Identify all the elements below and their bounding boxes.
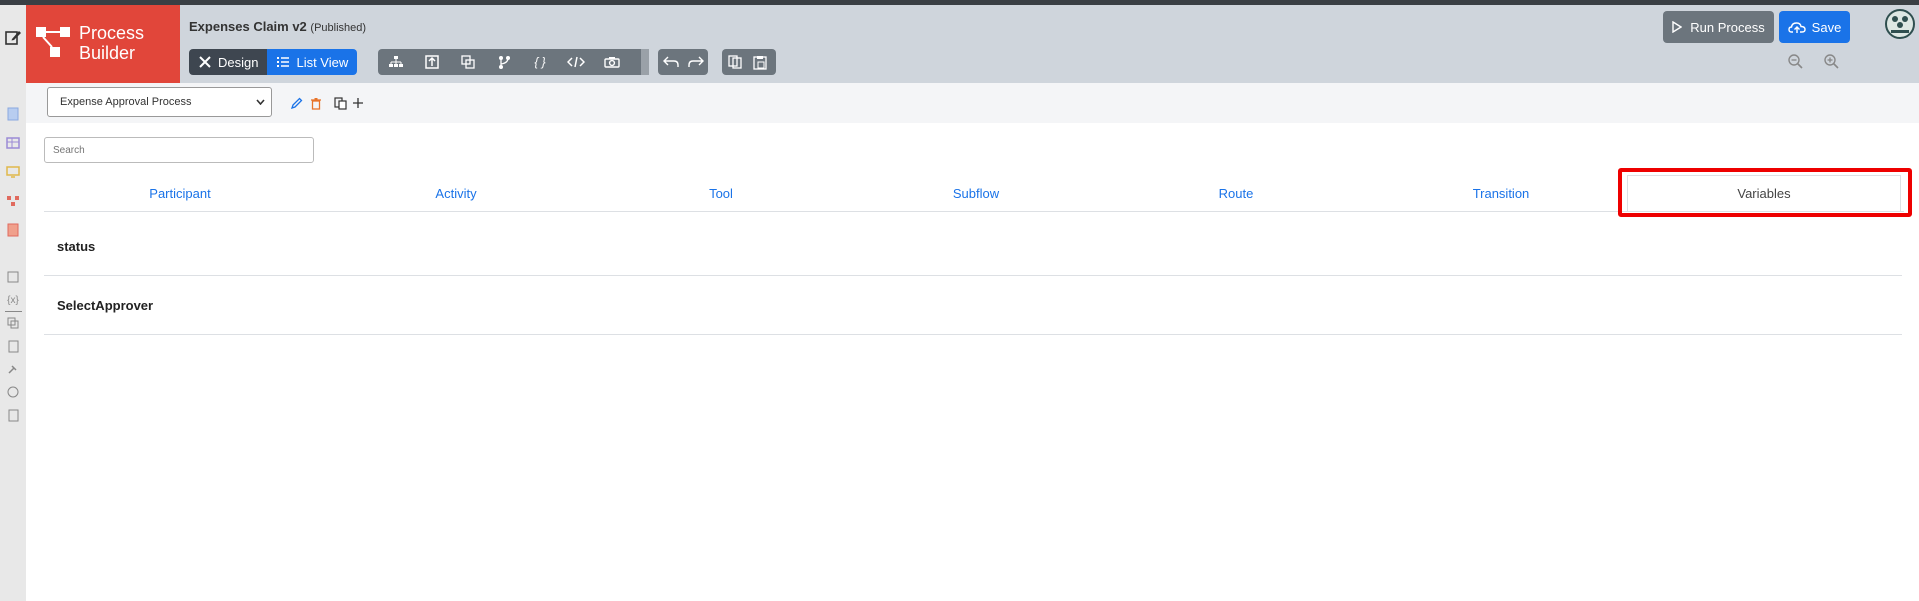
duplicate-process-icon[interactable] [332, 95, 348, 111]
sidebar-divider [5, 311, 22, 312]
swimlane-icon[interactable] [414, 49, 450, 75]
logo-text-line1: Process [79, 23, 145, 43]
edit-process-icon[interactable] [288, 95, 304, 111]
run-process-button[interactable]: Run Process [1663, 11, 1774, 43]
user-avatar[interactable] [1885, 9, 1915, 39]
log-icon[interactable] [5, 407, 21, 423]
tab-variables[interactable]: Variables [1627, 175, 1901, 211]
clipboard-toolbar [722, 49, 776, 75]
zoom-out-icon[interactable] [1786, 52, 1804, 70]
history-toolbar [658, 49, 708, 75]
logo-text-line2: Builder [79, 43, 136, 63]
note-icon[interactable] [5, 269, 21, 285]
play-icon [1672, 21, 1683, 33]
document-icon[interactable] [5, 338, 21, 354]
redo-icon[interactable] [683, 49, 708, 75]
zoom-in-icon[interactable] [1822, 52, 1840, 70]
process-select[interactable]: Expense Approval Process [47, 87, 272, 117]
process-select-value: Expense Approval Process [60, 96, 192, 108]
tab-transition[interactable]: Transition [1366, 175, 1636, 211]
branch-icon[interactable] [486, 49, 522, 75]
design-view-label: Design [218, 54, 259, 70]
process-builder-logo-icon [36, 27, 70, 57]
datalist-icon[interactable] [5, 135, 21, 151]
cloud-upload-icon [1787, 21, 1806, 33]
element-toolbar: { } [378, 49, 649, 75]
participant-icon[interactable] [450, 49, 486, 75]
variable-name: status [57, 239, 96, 254]
tab-participant[interactable]: Participant [44, 175, 316, 211]
report-icon[interactable] [5, 222, 21, 238]
performance-icon[interactable] [5, 384, 21, 400]
tab-subflow[interactable]: Subflow [846, 175, 1106, 211]
design-icon [199, 56, 211, 68]
design-view-button[interactable]: Design [189, 49, 268, 75]
left-sidebar: {x} [0, 5, 26, 601]
process-builder-logo[interactable]: Process Builder [26, 5, 180, 83]
tab-tool[interactable]: Tool [596, 175, 846, 211]
add-process-icon[interactable] [350, 95, 366, 111]
paste-icon[interactable] [747, 49, 772, 75]
save-label: Save [1811, 19, 1842, 35]
delete-process-icon[interactable] [308, 95, 324, 111]
list-item[interactable]: SelectApprover [44, 277, 1902, 335]
tab-activity[interactable]: Activity [316, 175, 596, 211]
userview-icon[interactable] [5, 164, 21, 180]
toolbar-collapse-handle[interactable] [641, 49, 649, 75]
resource-icon[interactable] [5, 315, 21, 331]
run-process-label: Run Process [1690, 19, 1765, 35]
variable-name: SelectApprover [57, 298, 154, 313]
process-icon[interactable] [5, 193, 21, 209]
search-input[interactable] [44, 137, 314, 163]
publish-status: (Published) [310, 22, 367, 34]
list-item[interactable]: status [44, 218, 1902, 276]
org-chart-icon[interactable] [378, 49, 414, 75]
page-title: Expenses Claim v2 (Published) [189, 19, 366, 34]
copy-icon[interactable] [722, 49, 747, 75]
tab-route[interactable]: Route [1106, 175, 1366, 211]
code-icon[interactable] [558, 49, 594, 75]
app-header: Process Builder Expenses Claim v2 (Publi… [26, 5, 1919, 83]
chevron-down-icon [256, 99, 265, 105]
process-subbar: Expense Approval Process [26, 83, 1919, 123]
variable-icon[interactable]: {x} [5, 292, 21, 308]
list-icon [277, 57, 290, 67]
process-title: Expenses Claim v2 [189, 19, 307, 34]
form-icon[interactable] [5, 106, 21, 122]
save-button[interactable]: Save [1779, 11, 1850, 43]
element-tabs: Participant Activity Tool Subflow Route … [44, 175, 1904, 212]
list-view-label: List View [296, 54, 349, 70]
camera-icon[interactable] [594, 49, 630, 75]
edit-icon[interactable] [3, 27, 23, 47]
undo-icon[interactable] [658, 49, 683, 75]
view-switcher: Design List View [189, 49, 358, 75]
list-view-button[interactable]: List View [267, 49, 358, 75]
variables-icon[interactable]: { } [522, 49, 558, 75]
plugin-icon[interactable] [5, 361, 21, 377]
